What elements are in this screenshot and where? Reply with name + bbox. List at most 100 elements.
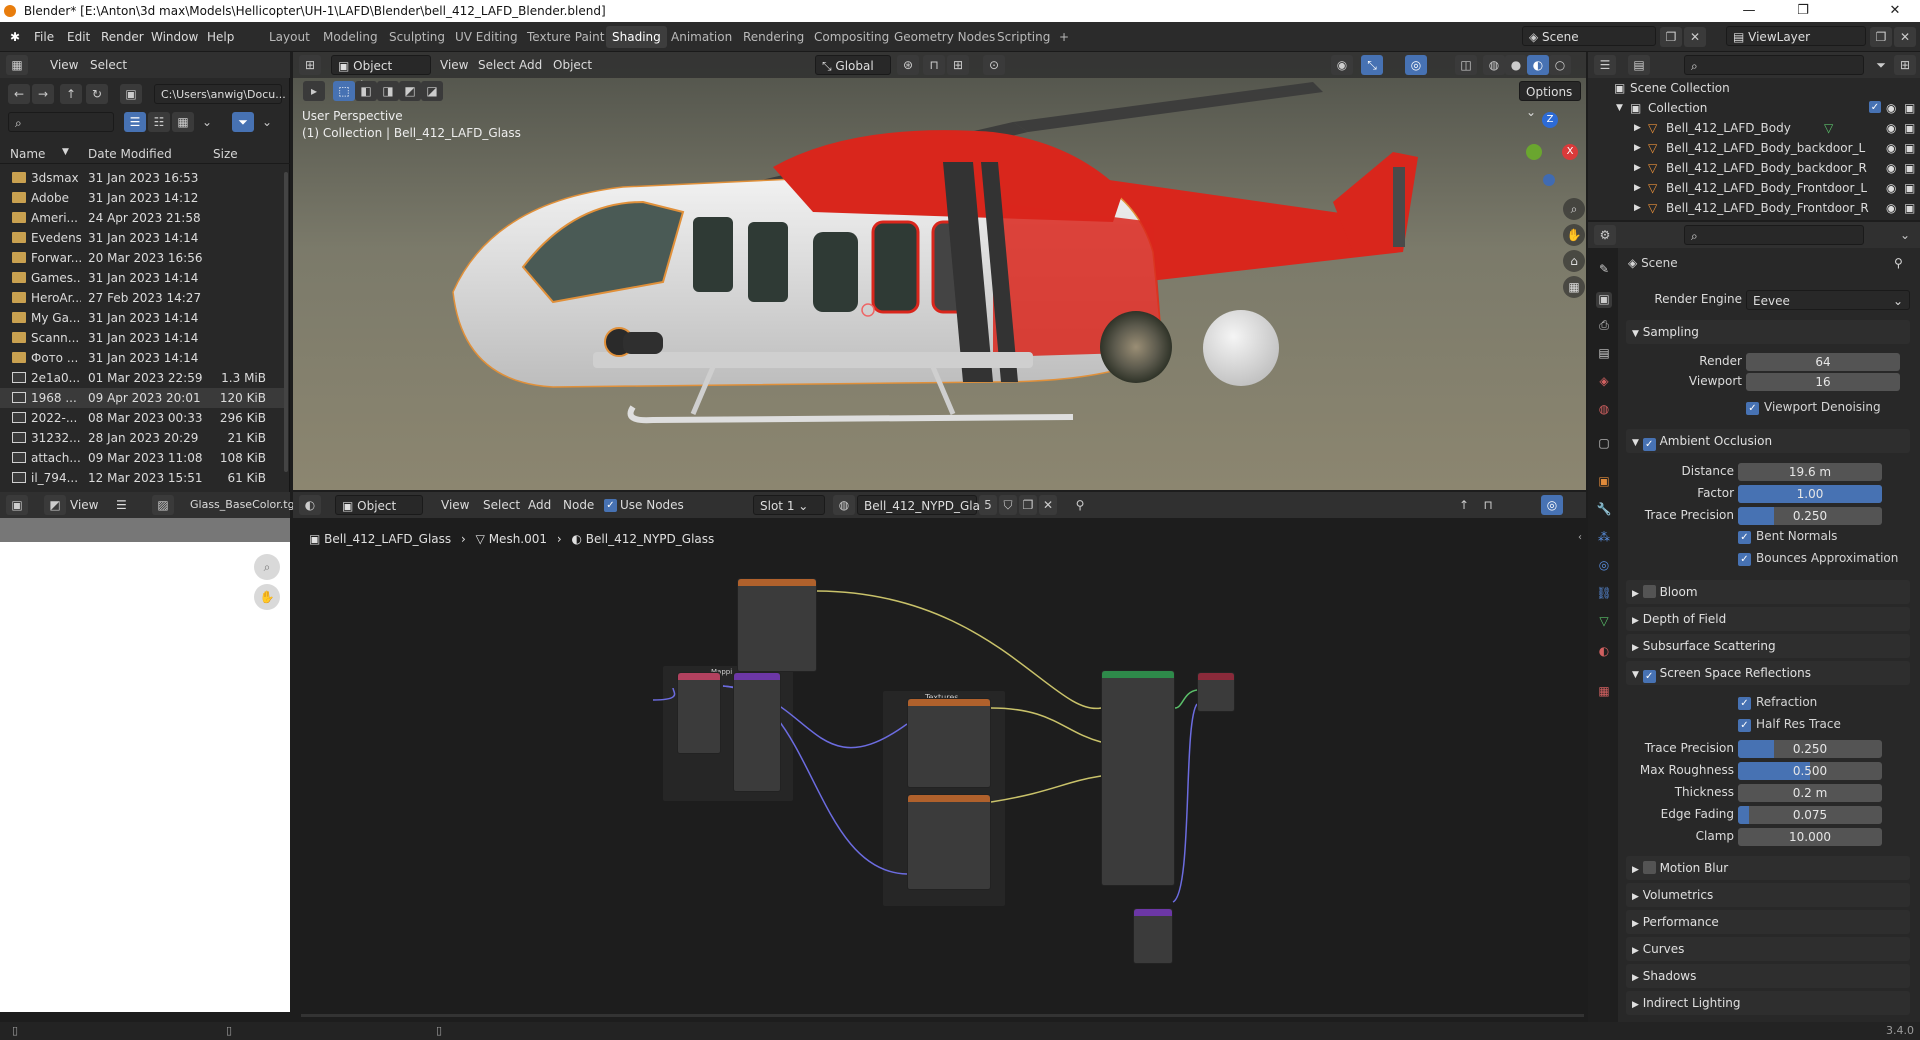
gizmo-y-axis-dot[interactable] bbox=[1526, 144, 1542, 160]
file-list-item[interactable]: Фото ... 31 Jan 2023 14:14 bbox=[0, 348, 286, 368]
ssr-fading-slider[interactable]: 0.075 bbox=[1738, 806, 1882, 824]
curves-panel-header[interactable]: ▶ Curves bbox=[1626, 937, 1910, 961]
minimize-button[interactable]: — bbox=[1726, 0, 1772, 22]
render-camera-icon[interactable]: ▣ bbox=[1904, 178, 1915, 198]
pivot-icon[interactable]: ⊛ bbox=[897, 55, 919, 75]
thumbnail-view-icon[interactable]: ▦ bbox=[172, 112, 194, 132]
solid-shading-icon[interactable]: ● bbox=[1505, 55, 1527, 75]
principled-bsdf-node[interactable] bbox=[1101, 670, 1175, 886]
render-camera-icon[interactable]: ▣ bbox=[1904, 158, 1915, 178]
select-box-intersect-icon[interactable]: ◪ bbox=[421, 81, 443, 101]
maximize-button[interactable]: ❐ bbox=[1780, 0, 1826, 22]
visibility-eye-icon[interactable]: ◉ bbox=[1886, 178, 1896, 198]
gizmo-toggle-icon[interactable]: ⤡ bbox=[1361, 55, 1383, 75]
list-horizontal-view-icon[interactable]: ☷ bbox=[148, 112, 170, 132]
view-layer-tab-icon[interactable]: ▤ bbox=[1596, 346, 1612, 362]
particles-tab-icon[interactable]: ⁂ bbox=[1596, 530, 1612, 546]
workspace-tab-rendering[interactable]: Rendering bbox=[737, 26, 810, 48]
delete-scene-icon[interactable]: ✕ bbox=[1684, 27, 1706, 47]
menu-help[interactable]: Help bbox=[207, 28, 234, 46]
scene-tab-icon[interactable]: ◈ bbox=[1596, 374, 1612, 390]
indirect-lighting-panel-header[interactable]: ▶ Indirect Lighting bbox=[1626, 991, 1910, 1015]
workspace-tab-modeling[interactable]: Modeling bbox=[317, 26, 384, 48]
xray-icon[interactable]: ◫ bbox=[1455, 55, 1477, 75]
viewport-add-menu[interactable]: Add bbox=[519, 56, 542, 74]
texture-tab-icon[interactable]: ▦ bbox=[1596, 684, 1612, 700]
rendered-shading-icon[interactable]: ○ bbox=[1549, 55, 1571, 75]
list-vertical-view-icon[interactable]: ☰ bbox=[124, 112, 146, 132]
workspace-tab-scripting[interactable]: Scripting bbox=[991, 26, 1056, 48]
file-list-item[interactable]: My Ga... 31 Jan 2023 14:14 bbox=[0, 308, 286, 328]
image-browse-icon[interactable]: ▨ bbox=[152, 495, 174, 515]
visibility-eye-icon[interactable]: ◉ bbox=[1886, 138, 1896, 158]
ao-factor-slider[interactable]: 1.00 bbox=[1738, 485, 1882, 503]
fb-select-menu[interactable]: Select bbox=[90, 56, 127, 74]
visibility-icon[interactable]: ◉ bbox=[1331, 55, 1353, 75]
scene-selector[interactable]: ◈ Scene bbox=[1522, 26, 1656, 46]
constraints-tab-icon[interactable]: ⛓ bbox=[1596, 586, 1612, 602]
add-workspace-icon[interactable]: + bbox=[1053, 26, 1075, 48]
ssr-roughness-slider[interactable]: 0.500 bbox=[1738, 762, 1882, 780]
dof-panel-header[interactable]: ▶ Depth of Field bbox=[1626, 607, 1910, 631]
ssr-thickness-field[interactable]: 0.2 m bbox=[1738, 784, 1882, 802]
collection-include-checkbox[interactable]: ✓ bbox=[1869, 101, 1881, 113]
outliner-search-field[interactable]: ⌕ bbox=[1684, 55, 1864, 75]
sampling-viewport-field[interactable]: 16 bbox=[1746, 373, 1900, 391]
mapping-node[interactable] bbox=[733, 672, 781, 792]
menu-edit[interactable]: Edit bbox=[67, 28, 90, 46]
workspace-tab-texture-paint[interactable]: Texture Paint bbox=[521, 26, 610, 48]
bounces-approx-checkbox[interactable]: ✓ bbox=[1738, 553, 1751, 566]
render-camera-icon[interactable]: ▣ bbox=[1904, 198, 1915, 218]
file-search-field[interactable]: ⌕ bbox=[8, 112, 114, 132]
file-list-item[interactable]: Games... 31 Jan 2023 14:14 bbox=[0, 268, 286, 288]
mesh-data-icon[interactable]: ▽ bbox=[1824, 118, 1833, 138]
transform-orientation[interactable]: ⤡ Global bbox=[815, 55, 891, 75]
expand-chevron-right-icon[interactable]: ▶ bbox=[1634, 198, 1641, 218]
visibility-eye-icon[interactable]: ◉ bbox=[1886, 158, 1896, 178]
expand-chevron-right-icon[interactable]: ▶ bbox=[1634, 118, 1641, 138]
workspace-tab-geometry-nodes[interactable]: Geometry Nodes bbox=[888, 26, 1001, 48]
outliner-object-row[interactable]: ▶ ▽ Bell_412_LAFD_Body_backdoor_R ◉ ▣ bbox=[1588, 158, 1920, 178]
visibility-eye-icon[interactable]: ◉ bbox=[1886, 118, 1896, 138]
delete-view-layer-icon[interactable]: ✕ bbox=[1894, 27, 1916, 47]
collection-visibility-eye-icon[interactable]: ◉ bbox=[1886, 98, 1896, 118]
base-color-texture-node[interactable] bbox=[907, 698, 991, 788]
workspace-tab-compositing[interactable]: Compositing bbox=[808, 26, 895, 48]
modifier-tab-icon[interactable]: 🔧 bbox=[1596, 502, 1612, 518]
workspace-tab-layout[interactable]: Layout bbox=[263, 26, 316, 48]
file-list-item[interactable]: 31232... 28 Jan 2023 20:29 21 KiB bbox=[0, 428, 286, 448]
object-tab-icon[interactable]: ▣ bbox=[1596, 474, 1612, 490]
expand-chevron-right-icon[interactable]: ▶ bbox=[1634, 158, 1641, 178]
tool-tab-icon[interactable]: ✎ bbox=[1596, 262, 1612, 278]
3d-viewport[interactable]: ⊞ ▣ Object Mode View Select Add Object ⤡… bbox=[293, 52, 1586, 490]
blender-menu-icon[interactable]: ✱ bbox=[10, 28, 20, 46]
outliner-object-row[interactable]: ▶ ▽ Bell_412_LAFD_Body ▽ ◉ ▣ bbox=[1588, 118, 1920, 138]
viewport-view-menu[interactable]: View bbox=[440, 56, 468, 74]
ao-distance-field[interactable]: 19.6 m bbox=[1738, 463, 1882, 481]
visibility-eye-icon[interactable]: ◉ bbox=[1886, 198, 1896, 218]
file-list-item[interactable]: il_794... 12 Mar 2023 15:51 61 KiB bbox=[0, 468, 286, 488]
display-mode-icon[interactable]: ▤ bbox=[1628, 55, 1650, 75]
menu-file[interactable]: File bbox=[34, 28, 54, 46]
bloom-panel-header[interactable]: ▶ Bloom bbox=[1626, 580, 1910, 604]
collection-tab-icon[interactable]: ▢ bbox=[1596, 436, 1612, 452]
file-list-item[interactable]: Adobe 31 Jan 2023 14:12 bbox=[0, 188, 286, 208]
overlay-toggle-icon[interactable]: ◎ bbox=[1405, 55, 1427, 75]
render-tab-icon[interactable]: ▣ bbox=[1596, 292, 1612, 308]
new-view-layer-icon[interactable]: ❐ bbox=[1870, 27, 1892, 47]
ssr-trace-slider[interactable]: 0.250 bbox=[1738, 740, 1882, 758]
parent-dir-icon[interactable]: ↑ bbox=[60, 84, 82, 104]
snap-icon[interactable]: ⊓ bbox=[923, 55, 945, 75]
filter-icon[interactable]: ⏷ bbox=[232, 112, 254, 132]
file-list-item[interactable]: 2e1a0... 01 Mar 2023 22:59 1.3 MiB bbox=[0, 368, 286, 388]
filter-chevron-down-icon[interactable]: ⌄ bbox=[256, 112, 278, 132]
wireframe-shading-icon[interactable]: ◍ bbox=[1483, 55, 1505, 75]
toolbar-toggle-icon[interactable]: ▸ bbox=[303, 81, 325, 101]
properties-options-icon[interactable]: ⌄ bbox=[1894, 225, 1916, 245]
column-size[interactable]: Size bbox=[213, 147, 238, 161]
hamburger-menu-icon[interactable]: ☰ bbox=[116, 496, 127, 514]
displacement-node[interactable] bbox=[1133, 908, 1173, 964]
shader-node-editor[interactable]: ◐ ▣ Object View Select Add Node ✓ Use No… bbox=[293, 492, 1586, 1024]
bloom-enable-checkbox[interactable] bbox=[1642, 585, 1656, 598]
file-list-item[interactable]: HeroAr... 27 Feb 2023 14:27 bbox=[0, 288, 286, 308]
